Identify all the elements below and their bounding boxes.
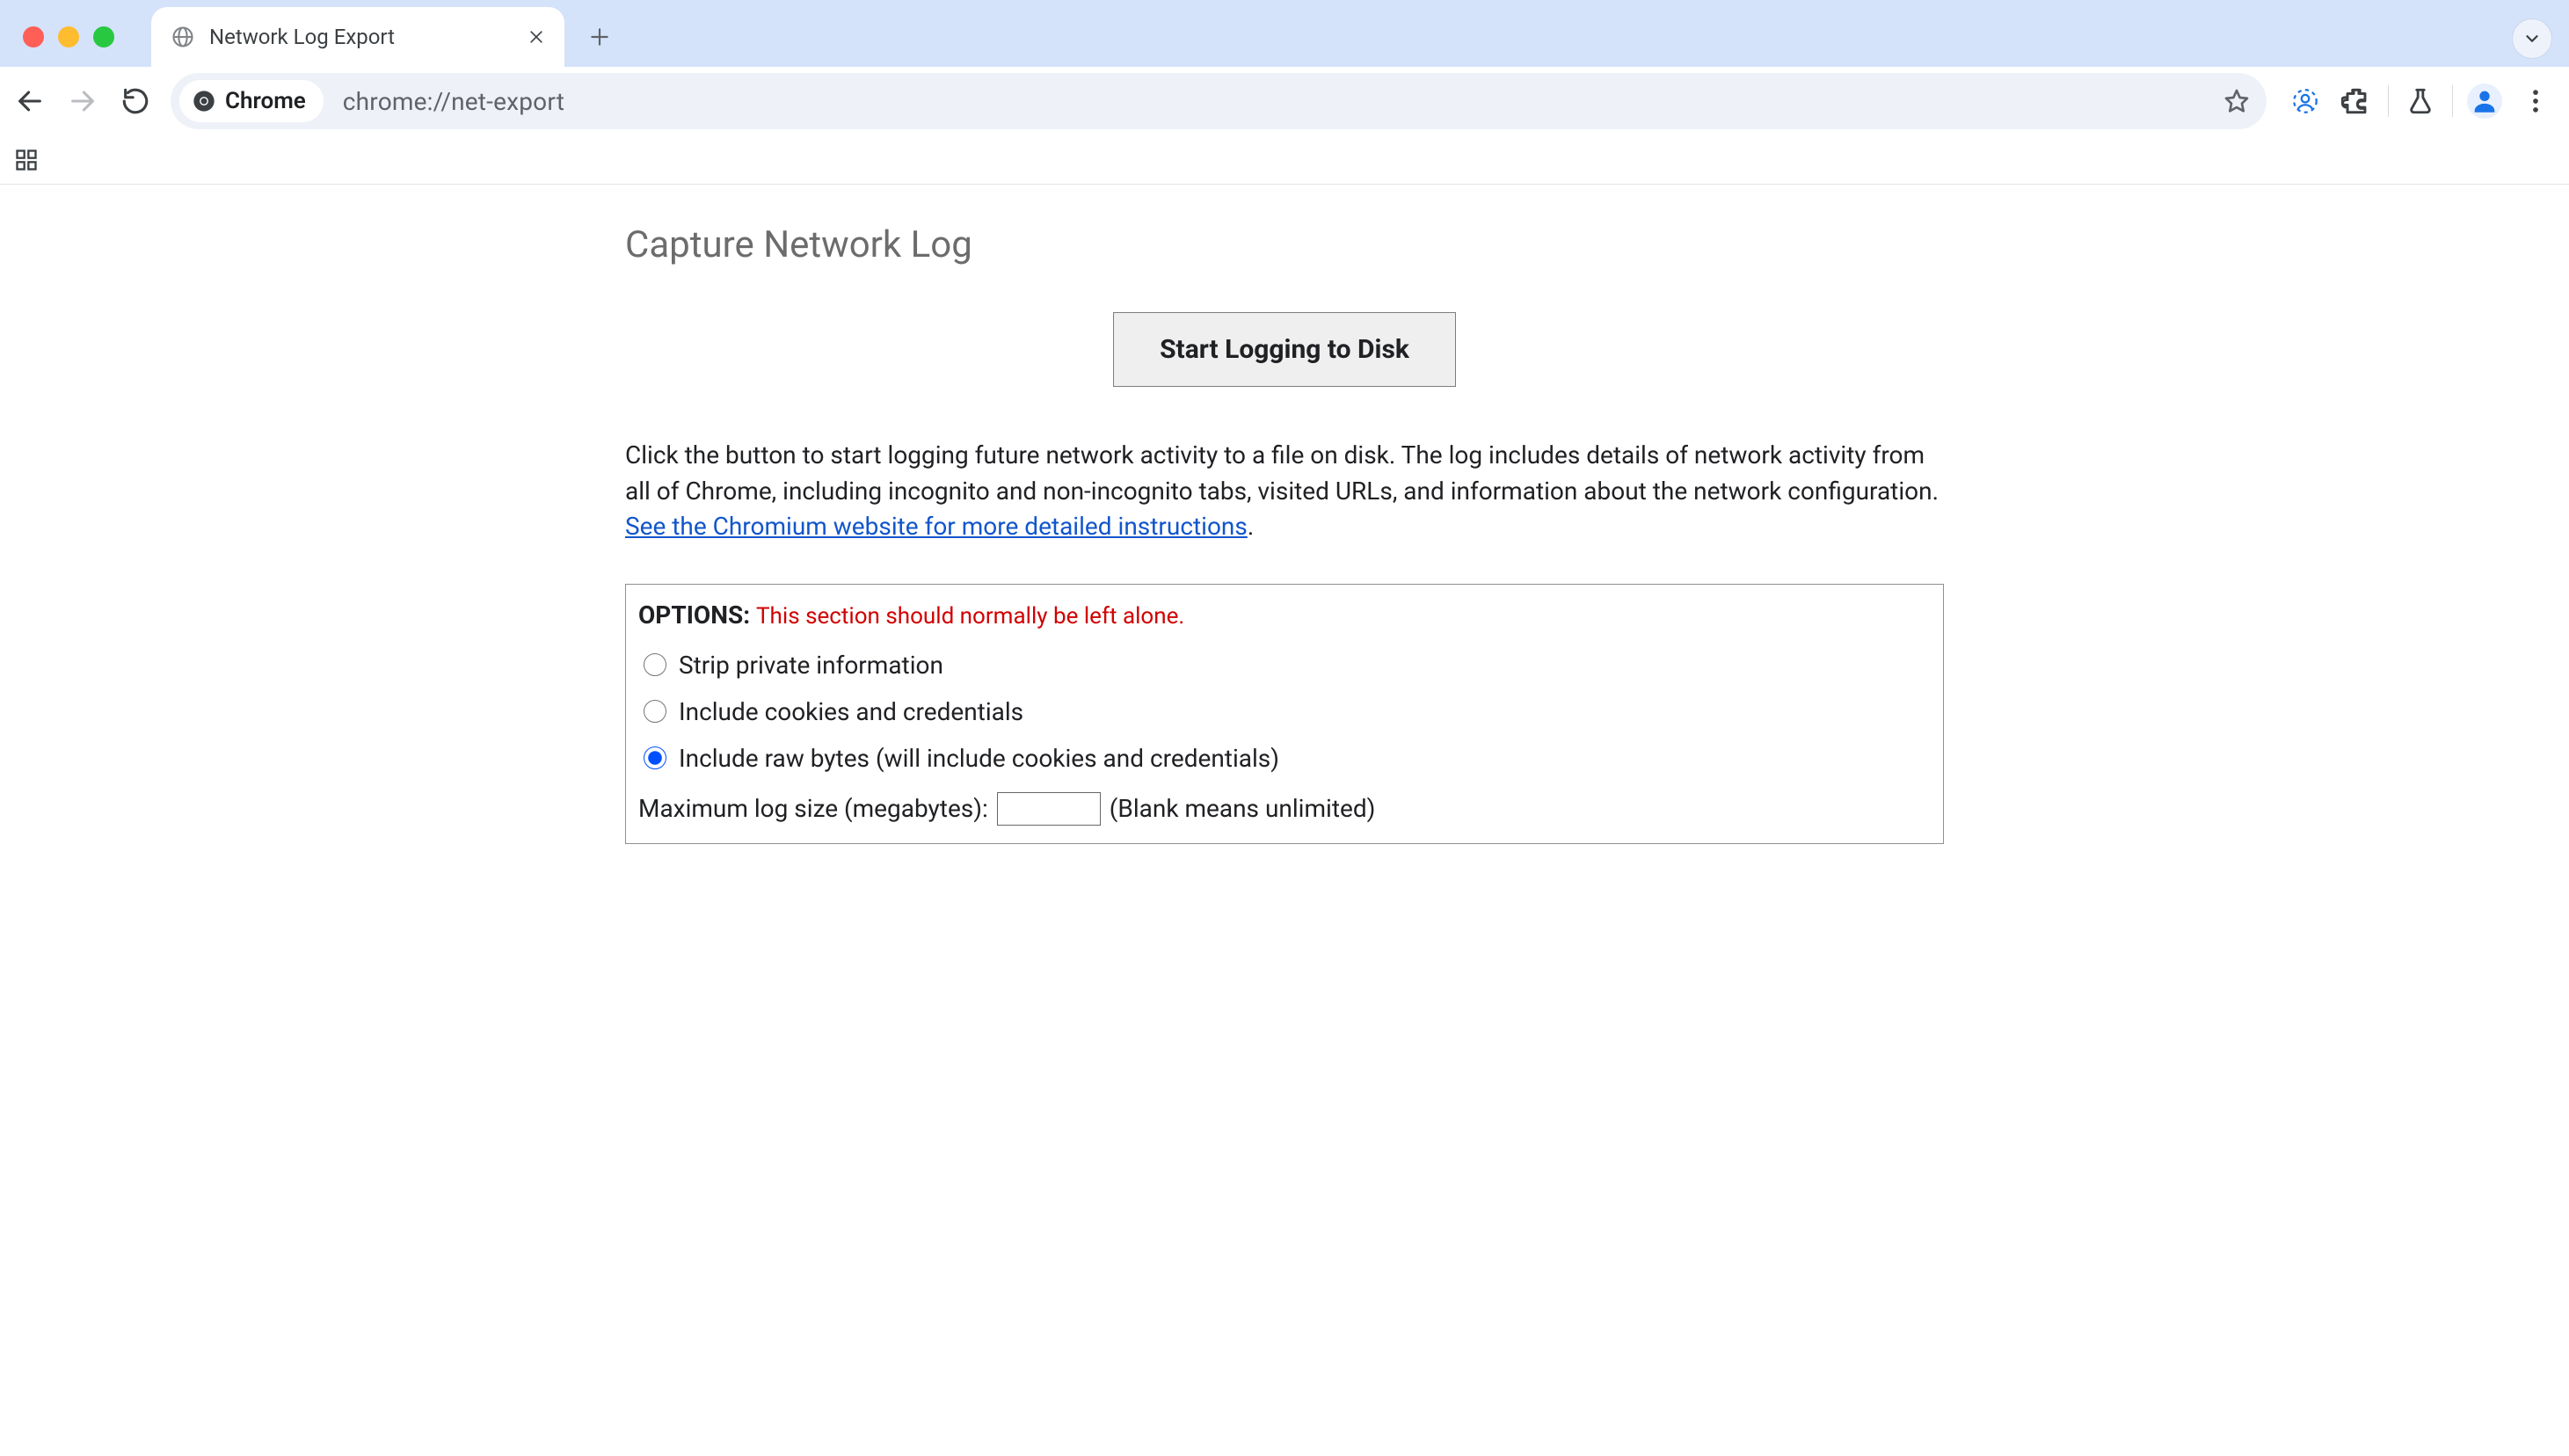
browser-menu-button[interactable]: [2511, 76, 2560, 126]
window-close-button[interactable]: [23, 26, 44, 47]
site-chip-label: Chrome: [225, 88, 306, 114]
description-prefix: Click the button to start logging future…: [625, 440, 1939, 506]
address-bar[interactable]: Chrome chrome://net-export: [171, 73, 2267, 129]
back-button[interactable]: [5, 76, 55, 126]
options-header: OPTIONS: This section should normally be…: [638, 601, 1931, 630]
globe-icon: [169, 23, 197, 51]
radio-label: Include cookies and credentials: [679, 697, 1023, 726]
window-zoom-button[interactable]: [93, 26, 114, 47]
tab-strip: Network Log Export: [0, 0, 2569, 67]
options-box: OPTIONS: This section should normally be…: [625, 584, 1944, 844]
site-chip[interactable]: Chrome: [179, 80, 324, 122]
browser-toolbar: Chrome chrome://net-export: [0, 67, 2569, 135]
window-controls: [23, 26, 114, 47]
browser-tab[interactable]: Network Log Export: [151, 7, 564, 67]
start-logging-button[interactable]: Start Logging to Disk: [1113, 312, 1456, 387]
labs-button[interactable]: [2396, 76, 2445, 126]
reload-button[interactable]: [111, 76, 160, 126]
radio-include-raw-bytes[interactable]: Include raw bytes (will include cookies …: [638, 735, 1931, 782]
profile-avatar-button[interactable]: [2460, 76, 2509, 126]
radio-strip-private[interactable]: Strip private information: [638, 642, 1931, 688]
options-label: OPTIONS:: [638, 601, 750, 630]
radio-label: Strip private information: [679, 651, 943, 680]
bookmarks-bar: [0, 135, 2569, 185]
profile-extension-icon[interactable]: [2281, 76, 2330, 126]
apps-grid-icon[interactable]: [14, 148, 39, 172]
page-title: Capture Network Log: [625, 223, 1944, 266]
max-log-size-note: (Blank means unlimited): [1110, 794, 1376, 823]
chrome-logo-icon: [192, 89, 216, 113]
tab-search-button[interactable]: [2513, 19, 2551, 58]
max-log-size-input[interactable]: [997, 792, 1101, 826]
url-text: chrome://net-export: [343, 87, 564, 116]
instructions-link[interactable]: See the Chromium website for more detail…: [625, 512, 1248, 541]
window-minimize-button[interactable]: [58, 26, 79, 47]
page-content: Capture Network Log Start Logging to Dis…: [608, 185, 1961, 844]
avatar-icon: [2467, 84, 2502, 119]
options-warning: This section should normally be left alo…: [756, 603, 1184, 630]
new-tab-button[interactable]: [579, 16, 621, 58]
description-suffix: .: [1248, 512, 1254, 541]
description-text: Click the button to start logging future…: [625, 438, 1944, 545]
radio-input-include-raw-bytes[interactable]: [644, 746, 666, 769]
close-tab-button[interactable]: [526, 26, 547, 47]
bookmark-star-button[interactable]: [2217, 82, 2256, 120]
toolbar-divider: [2388, 85, 2389, 117]
toolbar-divider: [2452, 85, 2453, 117]
radio-input-include-cookies[interactable]: [644, 700, 666, 723]
max-log-size-label: Maximum log size (megabytes):: [638, 794, 988, 823]
max-log-size-row: Maximum log size (megabytes): (Blank mea…: [638, 782, 1931, 826]
radio-input-strip-private[interactable]: [644, 653, 666, 676]
extensions-button[interactable]: [2332, 76, 2381, 126]
radio-label: Include raw bytes (will include cookies …: [679, 744, 1279, 773]
forward-button[interactable]: [58, 76, 107, 126]
tab-title: Network Log Export: [209, 25, 513, 49]
radio-include-cookies[interactable]: Include cookies and credentials: [638, 688, 1931, 735]
